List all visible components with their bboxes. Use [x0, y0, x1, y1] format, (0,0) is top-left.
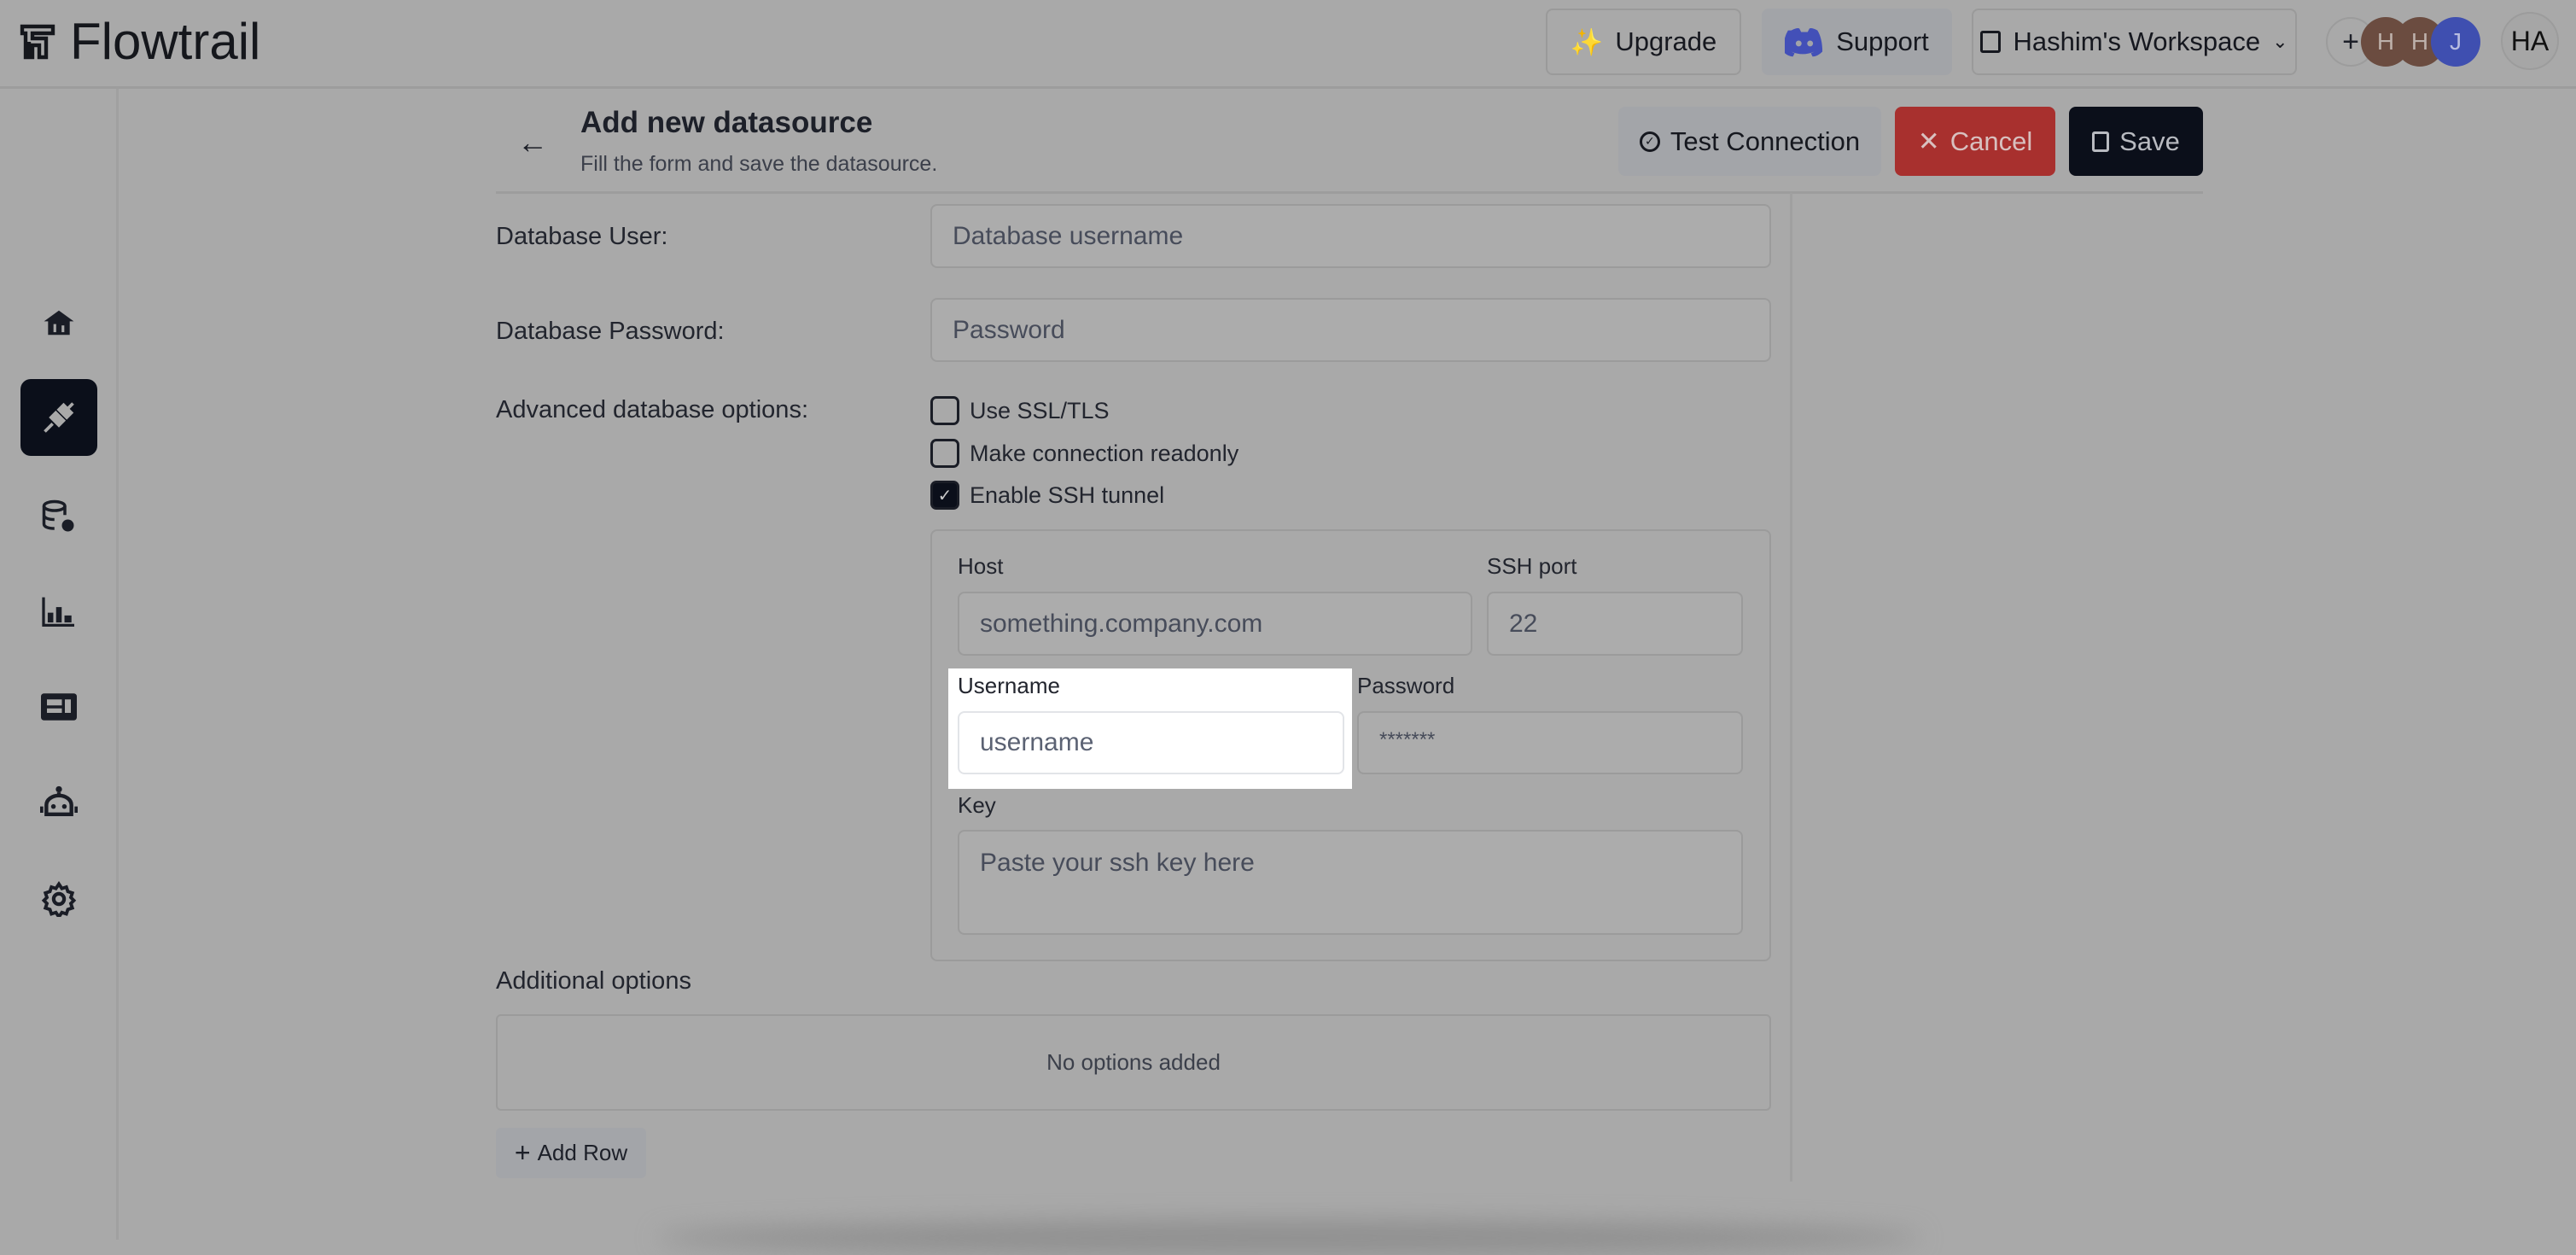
- ssh-username-label: Username: [958, 673, 1060, 698]
- sidebar-item-datasources[interactable]: [20, 379, 97, 456]
- ssh-host-label: Host: [958, 553, 1004, 579]
- save-label: Save: [2119, 125, 2180, 156]
- page-title: Add new datasource: [580, 106, 873, 139]
- db-password-input[interactable]: Password: [930, 298, 1771, 362]
- add-row-label: Add Row: [537, 1140, 628, 1165]
- option-ssh-tunnel[interactable]: ✓ Enable SSH tunnel: [930, 481, 1164, 510]
- sidebar-item-ai-agent[interactable]: [20, 765, 97, 842]
- check-icon: ✓: [937, 486, 953, 505]
- cancel-button[interactable]: ✕ Cancel: [1895, 107, 2055, 176]
- arrow-left-icon: ←: [517, 125, 548, 160]
- ssh-port-label: SSH port: [1487, 553, 1577, 579]
- db-password-label: Database Password:: [496, 318, 725, 345]
- sidebar-item-dashboards[interactable]: [20, 668, 97, 745]
- save-button[interactable]: Save: [2069, 107, 2203, 176]
- add-row-button[interactable]: + Add Row: [496, 1128, 646, 1178]
- form-divider: [1790, 193, 1792, 1182]
- option-readonly[interactable]: Make connection readonly: [930, 439, 1238, 468]
- logo[interactable]: Flowtrail: [19, 12, 260, 71]
- ssl-checkbox[interactable]: [930, 396, 959, 425]
- discord-icon: [1785, 28, 1823, 57]
- dashboard-icon: [41, 693, 77, 721]
- test-connection-button[interactable]: ✓ Test Connection: [1618, 107, 1881, 176]
- check-circle-icon: ✓: [1639, 131, 1660, 152]
- database-settings-icon: [42, 499, 74, 532]
- sidebar-item-home[interactable]: [20, 284, 97, 361]
- empty-state-text: No options added: [1046, 1049, 1221, 1075]
- user-avatar[interactable]: HA: [2501, 12, 2559, 70]
- ssh-port-input[interactable]: 22: [1487, 592, 1743, 656]
- plus-icon: +: [514, 1137, 531, 1168]
- readonly-checkbox[interactable]: [930, 439, 959, 468]
- db-user-input[interactable]: Database username: [930, 204, 1771, 268]
- option-label: Use SSL/TLS: [970, 397, 1110, 423]
- advanced-options-label: Advanced database options:: [496, 396, 808, 423]
- ssh-tunnel-checkbox[interactable]: ✓: [930, 481, 959, 510]
- upgrade-label: Upgrade: [1615, 26, 1717, 56]
- save-icon: [2092, 131, 2110, 152]
- back-button[interactable]: ←: [517, 125, 548, 161]
- support-label: Support: [1836, 26, 1929, 56]
- gear-icon: [41, 881, 77, 917]
- ssh-key-label: Key: [958, 792, 996, 818]
- option-label: Make connection readonly: [970, 440, 1239, 466]
- test-connection-label: Test Connection: [1670, 125, 1861, 156]
- page-subtitle: Fill the form and save the datasource.: [580, 152, 938, 176]
- robot-icon: [40, 785, 78, 817]
- cancel-label: Cancel: [1949, 125, 2033, 156]
- option-ssl[interactable]: Use SSL/TLS: [930, 396, 1110, 425]
- magic-wand-icon: ✨: [1570, 26, 1604, 57]
- sidebar-item-settings[interactable]: [20, 861, 97, 937]
- option-label: Enable SSH tunnel: [970, 482, 1165, 508]
- workspace-icon: [1980, 31, 2002, 53]
- bar-chart-icon: [42, 597, 74, 627]
- app-name: Flowtrail: [70, 13, 261, 70]
- sidebar-item-database-settings[interactable]: [20, 478, 97, 555]
- home-icon: [44, 310, 74, 336]
- workspace-label: Hashim's Workspace: [2013, 26, 2261, 56]
- db-user-label: Database User:: [496, 223, 668, 250]
- ssh-password-input[interactable]: *******: [1357, 711, 1743, 774]
- sidebar-item-reports[interactable]: [20, 573, 97, 650]
- bottom-shadow: [657, 1221, 1920, 1255]
- ssh-password-label: Password: [1357, 673, 1455, 698]
- member-avatar[interactable]: J: [2431, 17, 2480, 67]
- ssh-key-textarea[interactable]: Paste your ssh key here: [958, 830, 1743, 935]
- close-icon: ✕: [1917, 125, 1940, 156]
- sidebar: [0, 89, 119, 1240]
- upgrade-button[interactable]: ✨ Upgrade: [1546, 9, 1741, 75]
- support-button[interactable]: Support: [1762, 9, 1952, 75]
- flowtrail-logo-icon: [20, 24, 55, 59]
- additional-options-label: Additional options: [496, 967, 691, 995]
- header-divider: [496, 191, 2203, 194]
- ssh-username-input[interactable]: username: [958, 711, 1344, 774]
- ssh-host-input[interactable]: something.company.com: [958, 592, 1472, 656]
- plug-icon: [44, 402, 74, 433]
- chevron-down-icon: ⌄: [2272, 31, 2288, 52]
- additional-options-table: No options added: [496, 1014, 1771, 1111]
- workspace-dropdown[interactable]: Hashim's Workspace ⌄: [1972, 9, 2297, 75]
